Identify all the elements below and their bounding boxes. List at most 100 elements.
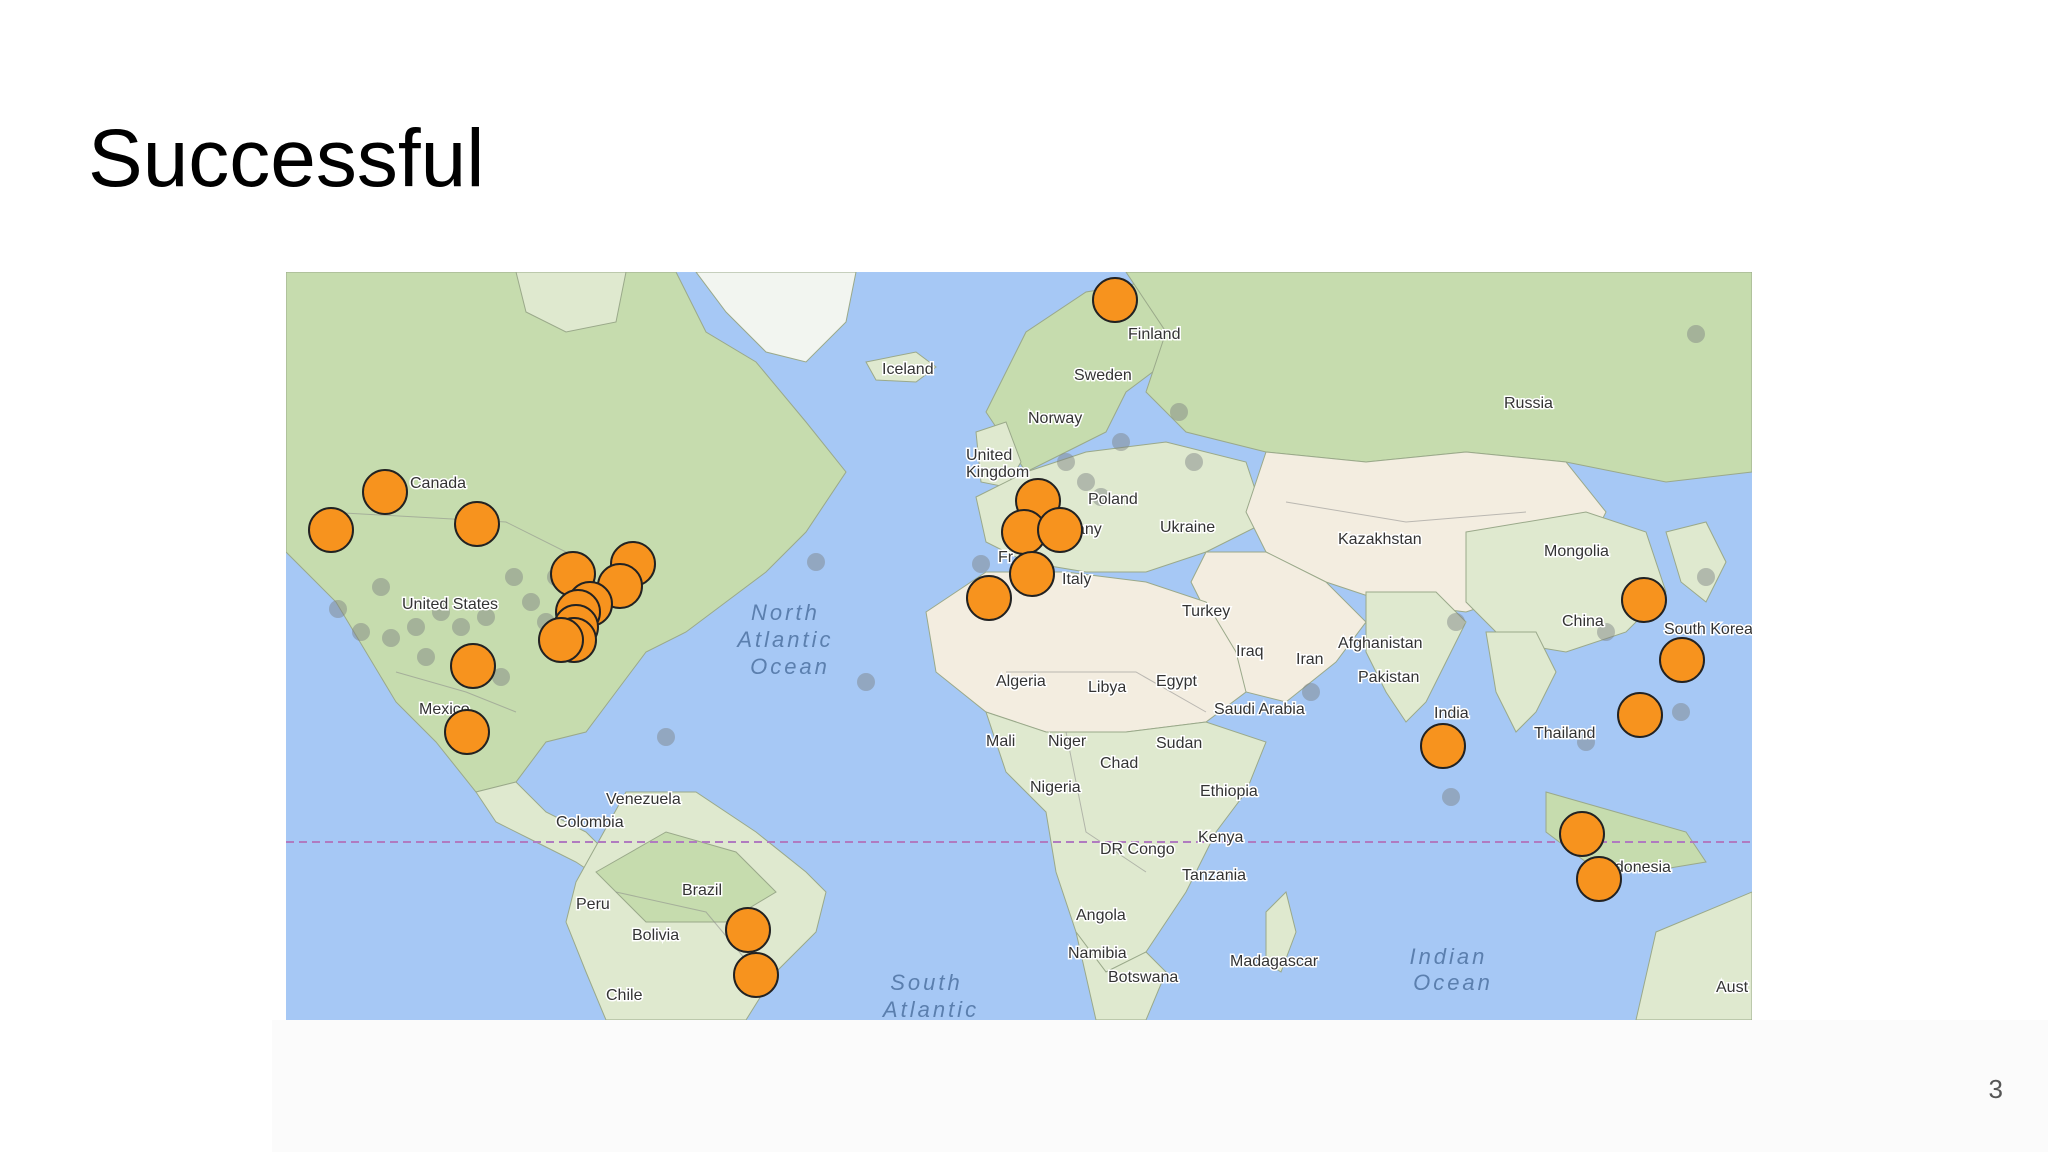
ghost-marker xyxy=(1185,453,1203,471)
location-marker[interactable] xyxy=(1559,811,1605,857)
country-label-thailand: Thailand xyxy=(1534,725,1595,742)
ocean-label-line: North xyxy=(751,600,820,625)
country-label-finland: Finland xyxy=(1128,326,1180,343)
ghost-marker xyxy=(1302,683,1320,701)
location-marker[interactable] xyxy=(1621,577,1667,623)
country-label-peru: Peru xyxy=(576,896,610,913)
country-label-sweden: Sweden xyxy=(1074,367,1132,384)
location-marker[interactable] xyxy=(1617,692,1663,738)
country-label-chile: Chile xyxy=(606,987,643,1004)
ghost-marker xyxy=(417,648,435,666)
country-label-sudan: Sudan xyxy=(1156,735,1202,752)
country-label-colombia: Colombia xyxy=(556,814,624,831)
slide-title: Successful xyxy=(88,113,485,204)
ghost-marker xyxy=(857,673,875,691)
location-marker[interactable] xyxy=(733,952,779,998)
country-label-france: Fr xyxy=(998,549,1014,566)
ghost-marker xyxy=(1077,473,1095,491)
ocean-label-indian-ocean: Indian Ocean xyxy=(1409,944,1496,995)
country-label-india: India xyxy=(1434,705,1469,722)
country-label-nigeria: Nigeria xyxy=(1030,779,1081,796)
ghost-marker xyxy=(1687,325,1705,343)
ghost-marker xyxy=(1057,453,1075,471)
ocean-label-line: Ocean xyxy=(750,654,830,679)
country-label-ukraine: Ukraine xyxy=(1160,519,1215,536)
country-label-canada: Canada xyxy=(410,475,466,492)
country-label-tanzania: Tanzania xyxy=(1182,867,1246,884)
country-label-bolivia: Bolivia xyxy=(632,927,679,944)
location-marker[interactable] xyxy=(538,617,584,663)
ocean-label-line: Indian xyxy=(1409,944,1487,969)
country-label-turkey: Turkey xyxy=(1182,603,1230,620)
ocean-label-line: South xyxy=(890,970,963,995)
country-label-madagascar: Madagascar xyxy=(1230,953,1319,970)
country-label-namibia: Namibia xyxy=(1068,945,1127,962)
country-label-italy: Italy xyxy=(1062,571,1091,588)
page-number: 3 xyxy=(1988,1074,2003,1104)
country-label-australia: Aust xyxy=(1716,979,1749,996)
ghost-marker xyxy=(657,728,675,746)
ghost-marker xyxy=(1672,703,1690,721)
ghost-marker xyxy=(505,568,523,586)
country-label-ethiopia: Ethiopia xyxy=(1200,783,1258,800)
ghost-marker xyxy=(1697,568,1715,586)
ghost-marker xyxy=(522,593,540,611)
ocean-label-line: Atlantic xyxy=(881,997,979,1020)
country-label-kazakhstan: Kazakhstan xyxy=(1338,531,1422,548)
location-marker[interactable] xyxy=(1009,551,1055,597)
country-label-iraq: Iraq xyxy=(1236,643,1264,660)
country-label-norway: Norway xyxy=(1028,410,1082,427)
country-label-pakistan: Pakistan xyxy=(1358,669,1419,686)
country-label-iran: Iran xyxy=(1296,651,1324,668)
location-marker[interactable] xyxy=(454,501,500,547)
ghost-marker xyxy=(972,555,990,573)
country-label-venezuela: Venezuela xyxy=(606,791,681,808)
location-marker[interactable] xyxy=(1092,277,1138,323)
country-label-saudi-arabia: Saudi Arabia xyxy=(1214,701,1305,718)
country-label-niger: Niger xyxy=(1048,733,1087,750)
location-marker[interactable] xyxy=(725,907,771,953)
location-marker[interactable] xyxy=(444,709,490,755)
country-label-egypt: Egypt xyxy=(1156,673,1197,690)
country-label-brazil: Brazil xyxy=(682,882,722,899)
ghost-marker xyxy=(452,618,470,636)
location-marker[interactable] xyxy=(362,469,408,515)
country-label-mali: Mali xyxy=(986,733,1015,750)
country-label-mongolia: Mongolia xyxy=(1544,543,1609,560)
location-marker[interactable] xyxy=(1659,637,1705,683)
ocean-label-line: Atlantic xyxy=(735,627,833,652)
country-label-iceland: Iceland xyxy=(882,361,934,378)
map-canvas[interactable]: North Atlantic Ocean South Atlantic Indi… xyxy=(286,272,1752,1020)
location-marker[interactable] xyxy=(1420,723,1466,769)
ghost-marker xyxy=(1442,788,1460,806)
country-label-china: China xyxy=(1562,613,1604,630)
country-label-angola: Angola xyxy=(1076,907,1126,924)
country-label-dr-congo: DR Congo xyxy=(1100,841,1175,858)
ocean-label-north-atlantic: North Atlantic Ocean xyxy=(735,600,842,679)
country-label-poland: Poland xyxy=(1088,491,1138,508)
location-marker[interactable] xyxy=(1576,856,1622,902)
ghost-marker xyxy=(372,578,390,596)
ghost-marker xyxy=(1447,613,1465,631)
slide-footer-area xyxy=(272,1020,2048,1152)
country-label-botswana: Botswana xyxy=(1108,969,1178,986)
ghost-marker xyxy=(352,623,370,641)
ghost-marker xyxy=(1112,433,1130,451)
country-label-libya: Libya xyxy=(1088,679,1126,696)
country-label-south-korea: South Korea xyxy=(1664,621,1752,638)
ghost-marker xyxy=(382,629,400,647)
country-label-afghanistan: Afghanistan xyxy=(1338,635,1423,652)
location-marker[interactable] xyxy=(966,575,1012,621)
country-label-russia: Russia xyxy=(1504,395,1553,412)
world-map[interactable]: North Atlantic Ocean South Atlantic Indi… xyxy=(286,272,1752,1020)
country-label-kenya: Kenya xyxy=(1198,829,1243,846)
location-marker[interactable] xyxy=(308,507,354,553)
ghost-marker xyxy=(807,553,825,571)
ghost-marker xyxy=(329,600,347,618)
location-marker[interactable] xyxy=(1037,507,1083,553)
ocean-label-line: Ocean xyxy=(1413,970,1493,995)
ghost-marker xyxy=(407,618,425,636)
location-marker[interactable] xyxy=(450,643,496,689)
country-label-chad: Chad xyxy=(1100,755,1138,772)
ghost-marker xyxy=(1170,403,1188,421)
